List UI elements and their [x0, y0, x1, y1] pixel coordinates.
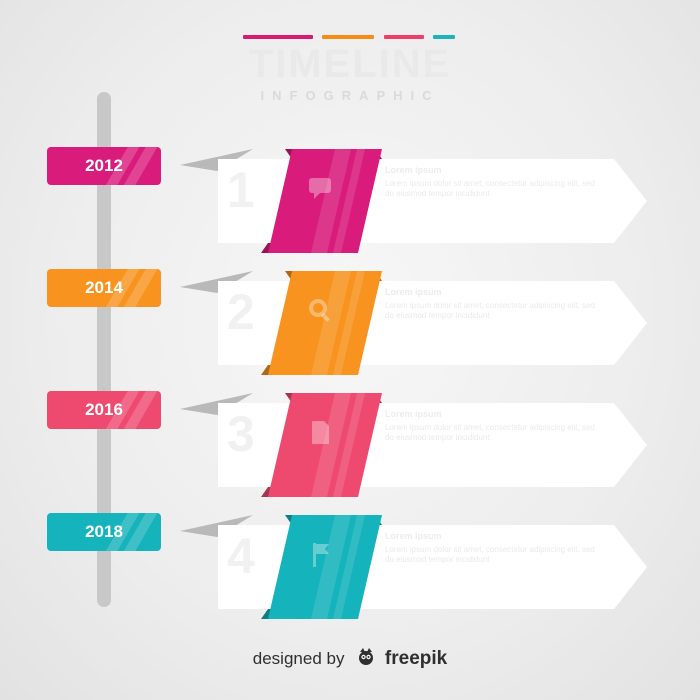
- step-heading: Lorem ipsum: [385, 165, 442, 175]
- footer-credit: designed by freepik: [0, 647, 700, 674]
- step-text: Lorem ipsum dolor sit amet, consectetur …: [385, 301, 595, 320]
- flag-icon: [305, 539, 335, 569]
- magnifier-icon: [305, 295, 335, 325]
- document-icon: [305, 417, 335, 447]
- step-heading: Lorem ipsum: [385, 409, 442, 419]
- step-number: 3: [227, 406, 255, 462]
- year-text: 2018: [85, 522, 123, 541]
- year-label: 2014: [47, 269, 161, 307]
- milestone-step: 2 Lorem ipsum Lorem ipsum dolor sit amet, …: [175, 265, 655, 375]
- chat-bubble-icon: [305, 173, 335, 203]
- accent-bar-magenta: [243, 35, 313, 39]
- milestone-step: 3 Lorem ipsum Lorem ipsum dolor sit amet, …: [175, 387, 655, 497]
- step-text: Lorem ipsum dolor sit amet, consectetur …: [385, 545, 595, 564]
- year-text: 2014: [85, 278, 123, 297]
- footer-prefix: designed by: [252, 649, 345, 668]
- freepik-logo-icon: [355, 647, 377, 674]
- accent-bar-pink: [384, 35, 424, 39]
- year-label: 2016: [47, 391, 161, 429]
- step-text: Lorem ipsum dolor sit amet, consectetur …: [385, 423, 595, 442]
- year-label: 2018: [47, 513, 161, 551]
- year-text: 2012: [85, 156, 123, 175]
- step-heading: Lorem ipsum: [385, 531, 442, 541]
- year-text: 2016: [85, 400, 123, 419]
- header-title: TIMELINE: [248, 42, 452, 86]
- step-number: 2: [227, 284, 255, 340]
- accent-bar-orange: [322, 35, 374, 39]
- year-label: 2012: [47, 147, 161, 185]
- step-number: 4: [227, 528, 255, 584]
- accent-bar-teal: [433, 35, 455, 39]
- step-text: Lorem ipsum dolor sit amet, consectetur …: [385, 179, 595, 198]
- footer-brand: freepik: [384, 648, 448, 669]
- milestone-step: 1 Lorem ipsum Lorem ipsum dolor sit amet, …: [175, 143, 655, 253]
- milestone-step: 4 Lorem ipsum Lorem ipsum dolor sit amet, …: [175, 509, 655, 619]
- step-number: 1: [227, 162, 255, 218]
- step-heading: Lorem ipsum: [385, 287, 442, 297]
